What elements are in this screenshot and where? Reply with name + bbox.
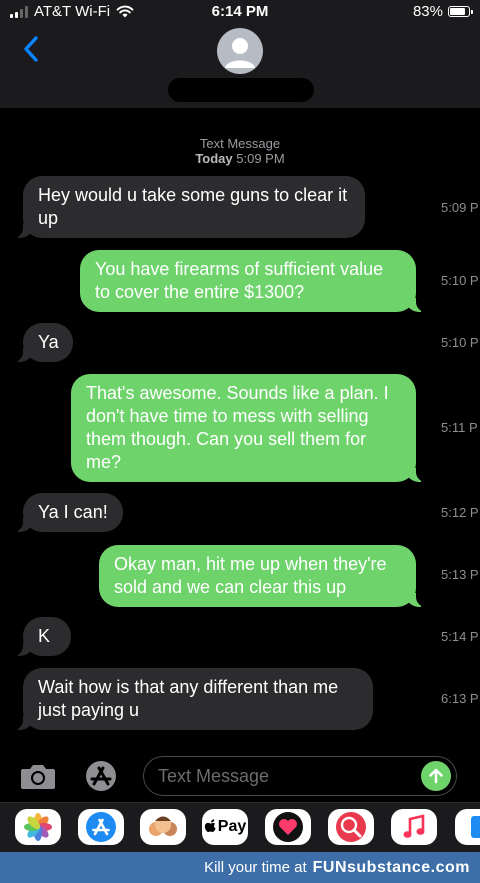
apple-pay-label: Pay: [217, 818, 247, 835]
message-compose-field[interactable]: [143, 756, 457, 796]
watermark-text: Kill your time at: [204, 859, 307, 876]
message-time: 6:13 P: [441, 691, 479, 706]
send-button[interactable]: [421, 761, 451, 791]
message-input[interactable]: [158, 763, 408, 789]
apple-pay-icon[interactable]: Pay: [202, 809, 248, 845]
message-time: 5:14 P: [441, 629, 479, 644]
globe-search-icon: [336, 812, 366, 842]
message-time: 5:10 P: [441, 273, 479, 288]
redacted-contact-name: [168, 78, 314, 102]
battery-icon: [448, 6, 473, 17]
incoming-message[interactable]: Ya: [13, 323, 73, 362]
person-silhouette-icon: [225, 38, 255, 68]
heart-touch-icon: [273, 812, 303, 842]
arrow-up-icon: [429, 768, 443, 784]
back-chevron-icon[interactable]: [20, 34, 44, 64]
app-store-glyph-icon: [86, 812, 116, 842]
incoming-message[interactable]: K: [13, 617, 71, 656]
message-time: 5:12 P: [441, 505, 479, 520]
status-bar: AT&T Wi-Fi 6:14 PM 83%: [0, 0, 480, 24]
timestamp-time: 5:09 PM: [236, 151, 285, 166]
thread-timestamp-label: Text Message: [199, 136, 281, 151]
timestamp-day: Today: [195, 151, 233, 166]
apple-logo-icon: [204, 819, 216, 832]
incoming-message[interactable]: Ya I can!: [13, 493, 123, 532]
watermark-brand: FUNsubstance.com: [312, 858, 470, 876]
app-store-icon[interactable]: [78, 809, 124, 845]
contact-avatar[interactable]: [217, 28, 263, 74]
more-apps-icon[interactable]: [455, 809, 480, 845]
app-store-drawer-icon[interactable]: [81, 760, 121, 792]
memoji-icon[interactable]: [140, 809, 186, 845]
status-time: 6:14 PM: [211, 3, 269, 20]
app-drawer: Pay: [0, 802, 480, 852]
camera-icon[interactable]: [20, 762, 56, 790]
incoming-message[interactable]: Wait how is that any different than me j…: [13, 668, 373, 730]
message-time: 5:10 P: [441, 335, 479, 350]
memoji-faces-icon: [149, 816, 177, 836]
music-icon[interactable]: [391, 809, 437, 845]
image-search-icon[interactable]: [328, 809, 374, 845]
outgoing-message[interactable]: You have firearms of sufficient value to…: [80, 250, 426, 312]
message-time: 5:11 P: [441, 420, 478, 435]
incoming-message[interactable]: Hey would u take some guns to clear it u…: [13, 176, 365, 238]
message-time: 5:09 P: [441, 200, 479, 215]
battery-percent: 83%: [412, 3, 443, 20]
conversation-header: [0, 24, 480, 108]
photos-flower-icon: [24, 813, 52, 841]
watermark-banner: Kill your time at FUNsubstance.com: [0, 852, 480, 883]
outgoing-message[interactable]: Okay man, hit me up when they're sold an…: [99, 545, 426, 607]
thread-timestamp: Today 5:09 PM: [0, 151, 480, 166]
message-time: 5:13 P: [441, 567, 479, 582]
digital-touch-icon[interactable]: [265, 809, 311, 845]
outgoing-message[interactable]: That's awesome. Sounds like a plan. I do…: [71, 374, 426, 482]
status-right: 83%: [412, 3, 473, 20]
photos-app-icon[interactable]: [15, 809, 61, 845]
partial-app-icon: [471, 816, 480, 838]
music-note-icon: [403, 814, 425, 838]
